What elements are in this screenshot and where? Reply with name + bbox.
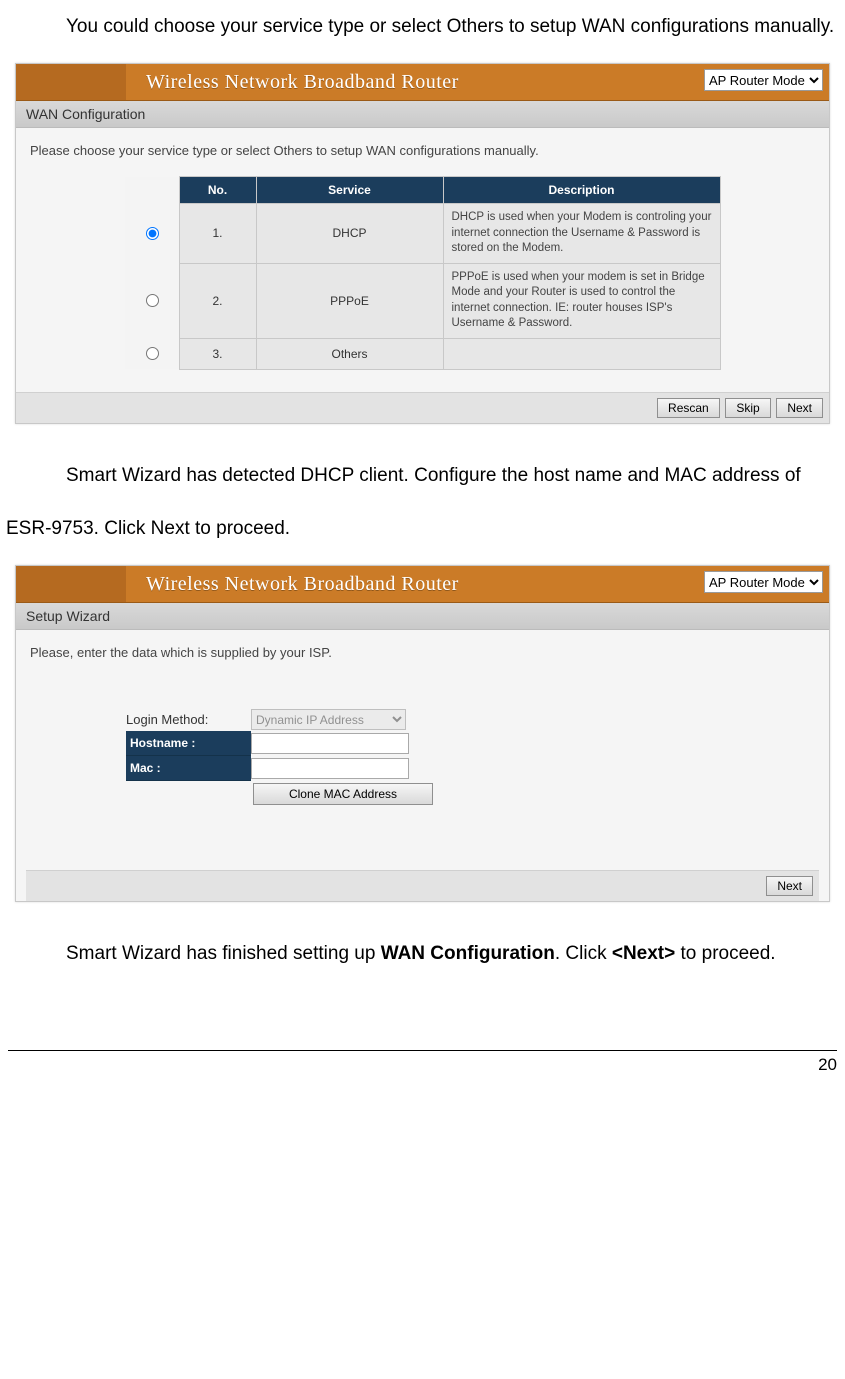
cell-service: PPPoE — [256, 263, 443, 338]
doc-paragraph-3: Smart Wizard has finished setting up WAN… — [6, 927, 839, 980]
login-method-select[interactable]: Dynamic IP Address — [251, 709, 406, 730]
cell-no: 3. — [179, 338, 256, 369]
table-row: 3. Others — [125, 338, 721, 369]
router-title: Wireless Network Broadband Router — [146, 71, 459, 94]
clone-mac-button[interactable]: Clone MAC Address — [253, 783, 433, 805]
cell-service: DHCP — [256, 204, 443, 264]
header-accent — [16, 64, 126, 100]
para3-part-e: to proceed. — [675, 943, 775, 964]
service-radio[interactable] — [146, 227, 159, 240]
mode-select[interactable]: AP Router Mode — [704, 571, 823, 593]
service-radio[interactable] — [146, 294, 159, 307]
next-button[interactable]: Next — [766, 876, 813, 896]
skip-button[interactable]: Skip — [725, 398, 770, 418]
table-header-row: No. Service Description — [125, 177, 721, 204]
cell-description: PPPoE is used when your modem is set in … — [443, 263, 720, 338]
rescan-button[interactable]: Rescan — [657, 398, 720, 418]
router-header: Wireless Network Broadband Router AP Rou… — [16, 566, 829, 603]
login-method-row: Login Method: Dynamic IP Address — [126, 708, 819, 731]
clone-row: Clone MAC Address — [126, 783, 819, 805]
mac-row: Mac : — [126, 756, 819, 781]
para3-bold-wan: WAN Configuration — [381, 943, 555, 964]
table-row: 1. DHCP DHCP is used when your Modem is … — [125, 204, 721, 264]
login-method-label: Login Method: — [126, 708, 251, 731]
doc-paragraph-2: Smart Wizard has detected DHCP client. C… — [6, 449, 839, 555]
wan-subheader: WAN Configuration — [16, 101, 829, 128]
header-accent — [16, 566, 126, 602]
hostname-label: Hostname : — [126, 731, 251, 756]
setup-button-row: Next — [26, 870, 819, 901]
service-radio[interactable] — [146, 347, 159, 360]
cell-no: 1. — [179, 204, 256, 264]
setup-instruction: Please, enter the data which is supplied… — [30, 645, 819, 660]
setup-form: Login Method: Dynamic IP Address Hostnam… — [26, 678, 819, 815]
doc-paragraph-1: You could choose your service type or se… — [6, 0, 839, 53]
para3-part-c: . Click — [555, 943, 612, 964]
para3-bold-next: <Next> — [612, 943, 675, 964]
wan-button-row: Rescan Skip Next — [16, 392, 829, 423]
setup-subheader: Setup Wizard — [16, 603, 829, 630]
th-service: Service — [256, 177, 443, 204]
mac-input[interactable] — [251, 758, 409, 779]
hostname-input[interactable] — [251, 733, 409, 754]
wan-instruction: Please choose your service type or selec… — [30, 143, 819, 158]
cell-no: 2. — [179, 263, 256, 338]
table-row: 2. PPPoE PPPoE is used when your modem i… — [125, 263, 721, 338]
router-title: Wireless Network Broadband Router — [146, 573, 459, 596]
cell-description: DHCP is used when your Modem is controli… — [443, 204, 720, 264]
page-footer: 20 — [8, 1050, 837, 1075]
router-panel-setup: Wireless Network Broadband Router AP Rou… — [15, 565, 830, 902]
router-header: Wireless Network Broadband Router AP Rou… — [16, 64, 829, 101]
th-description: Description — [443, 177, 720, 204]
wan-body: Please choose your service type or selec… — [16, 128, 829, 392]
cell-description — [443, 338, 720, 369]
para3-part-a: Smart Wizard has finished setting up — [66, 943, 381, 964]
hostname-row: Hostname : — [126, 731, 819, 756]
router-panel-wan: Wireless Network Broadband Router AP Rou… — [15, 63, 830, 424]
th-no: No. — [179, 177, 256, 204]
setup-body: Please, enter the data which is supplied… — [16, 630, 829, 901]
mac-label: Mac : — [126, 756, 251, 781]
cell-service: Others — [256, 338, 443, 369]
page-number: 20 — [818, 1055, 837, 1074]
next-button[interactable]: Next — [776, 398, 823, 418]
mode-select[interactable]: AP Router Mode — [704, 69, 823, 91]
service-table: No. Service Description 1. DHCP DHCP is … — [125, 176, 721, 370]
